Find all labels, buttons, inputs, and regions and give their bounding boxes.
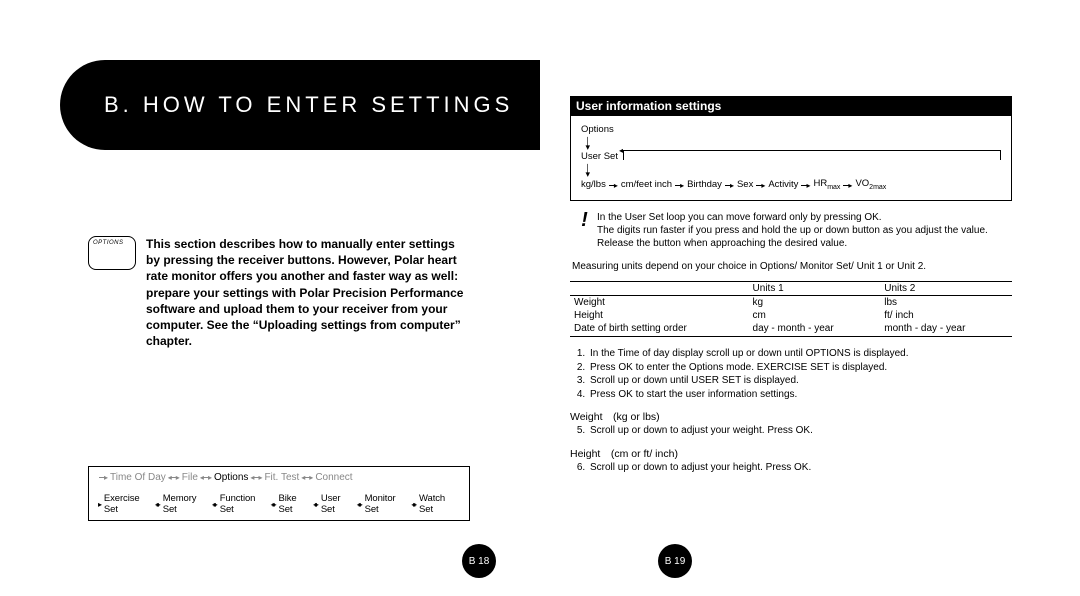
- flow-row-bottom: Exercise Set Memory Set Function Set Bik…: [89, 488, 469, 520]
- subsection-title: User information settings: [570, 96, 1012, 116]
- note-block: ! In the User Set loop you can move forw…: [580, 211, 1010, 250]
- flow-item: cm/feet inch: [621, 179, 672, 190]
- arrow-bidir-icon: [168, 473, 180, 482]
- navigation-flow-box: Time Of Day File Options Fit. Test Conne…: [88, 466, 470, 521]
- section-title: B. HOW TO ENTER SETTINGS: [104, 92, 513, 118]
- arrow-right-icon: [99, 473, 108, 482]
- arrow-bidir-icon: [212, 500, 218, 509]
- arrow-right-icon: [725, 181, 734, 190]
- arrow-bidir-icon: [411, 500, 417, 509]
- steps-list: In the Time of day display scroll up or …: [588, 347, 1012, 401]
- list-item: Press OK to enter the Options mode. EXER…: [588, 361, 1012, 375]
- flow-row-top: Time Of Day File Options Fit. Test Conne…: [89, 467, 469, 488]
- height-subhead: Height (cm or ft/ inch): [570, 448, 1012, 460]
- flow-item: kg/lbs: [581, 179, 606, 190]
- arrow-bidir-icon: [271, 500, 277, 509]
- measuring-note: Measuring units depend on your choice in…: [572, 260, 1010, 273]
- table-header: Units 2: [880, 282, 1012, 296]
- arrow-bidir-icon: [301, 473, 313, 482]
- flow-item: Activity: [768, 179, 798, 190]
- user-set-flow-box: Options │▾ User Set │▾ kg/lbs cm/feet in…: [570, 116, 1012, 201]
- flow-item: Exercise Set: [104, 493, 153, 515]
- flow-node: Options: [581, 124, 1001, 135]
- arrow-bidir-icon: [250, 473, 262, 482]
- intro-block: This section describes how to manually e…: [88, 236, 470, 349]
- arrow-down-icon: │▾: [585, 167, 591, 178]
- flow-item: Function Set: [220, 493, 269, 515]
- arrow-right-icon: [801, 181, 810, 190]
- arrow-bidir-icon: [155, 500, 161, 509]
- arrow-right-icon: [756, 181, 765, 190]
- flow-item: Connect: [315, 472, 352, 483]
- flow-item: Monitor Set: [365, 493, 410, 515]
- units-table: Units 1 Units 2 Weight kg lbs Height cm …: [570, 281, 1012, 337]
- arrow-right-icon: [675, 181, 684, 190]
- list-item: Scroll up or down to adjust your weight.…: [588, 424, 1012, 438]
- arrow-right-icon: [843, 181, 852, 190]
- loopback-line: [623, 150, 1001, 160]
- arrow-bidir-icon: [357, 500, 363, 509]
- flow-item: Fit. Test: [264, 472, 299, 483]
- arrow-right-icon: [99, 500, 102, 509]
- table-row: Height cm ft/ inch: [570, 309, 1012, 322]
- user-set-loop-row: kg/lbs cm/feet inch Birthday Sex Activit…: [581, 178, 1001, 191]
- arrow-bidir-icon: [313, 500, 319, 509]
- page-left: B. HOW TO ENTER SETTINGS OPTIONS This se…: [0, 0, 540, 596]
- list-item: Press OK to start the user information s…: [588, 388, 1012, 402]
- weight-subhead: Weight (kg or lbs): [570, 411, 1012, 423]
- flow-item-current: Options: [214, 472, 248, 483]
- table-header: Units 1: [749, 282, 881, 296]
- list-item: In the Time of day display scroll up or …: [588, 347, 1012, 361]
- list-item: Scroll up or down to adjust your height.…: [588, 461, 1012, 475]
- flow-item-vo2max: VO2max: [855, 178, 886, 191]
- exclamation-icon: !: [580, 211, 589, 250]
- flow-item: User Set: [321, 493, 355, 515]
- arrow-right-icon: [609, 181, 618, 190]
- intro-text: This section describes how to manually e…: [146, 236, 470, 349]
- flow-item: File: [182, 472, 198, 483]
- flow-item: Bike Set: [279, 493, 311, 515]
- flow-item: Watch Set: [419, 493, 459, 515]
- flow-item-hrmax: HRmax: [813, 178, 840, 191]
- list-item: Scroll up or down until USER SET is disp…: [588, 374, 1012, 388]
- table-row: Date of birth setting order day - month …: [570, 322, 1012, 337]
- table-row: Weight kg lbs: [570, 296, 1012, 310]
- section-header-band: B. HOW TO ENTER SETTINGS: [60, 60, 540, 150]
- page-right: User information settings Options │▾ Use…: [540, 0, 1080, 596]
- steps-list: Scroll up or down to adjust your weight.…: [588, 424, 1012, 438]
- flow-item: Time Of Day: [110, 472, 166, 483]
- steps-list: Scroll up or down to adjust your height.…: [588, 461, 1012, 475]
- arrow-down-icon: │▾: [585, 140, 591, 151]
- flow-item: Birthday: [687, 179, 722, 190]
- flow-item: Sex: [737, 179, 753, 190]
- table-header: [570, 282, 749, 296]
- page-number-badge: B 19: [658, 544, 692, 578]
- note-text: In the User Set loop you can move forwar…: [597, 211, 1010, 250]
- flow-item: Memory Set: [163, 493, 210, 515]
- arrow-bidir-icon: [200, 473, 212, 482]
- page-number-badge: B 18: [462, 544, 496, 578]
